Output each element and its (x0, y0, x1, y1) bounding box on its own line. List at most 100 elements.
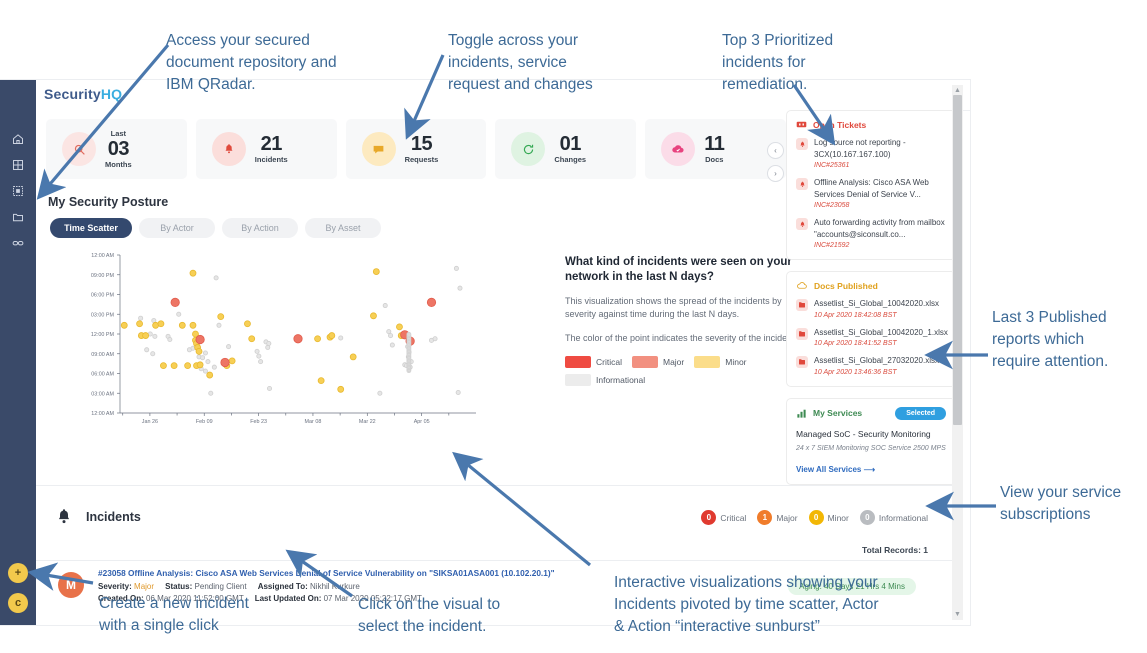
doc-item[interactable]: Assetlist_Si_Global_10042020_1.xlsx 10 Ap… (796, 327, 948, 347)
scatter-point[interactable] (178, 321, 186, 329)
scatter-point[interactable] (211, 364, 217, 370)
severity-critical[interactable]: 0 Critical (701, 510, 746, 525)
scatter-point[interactable] (396, 323, 403, 331)
add-incident-button[interactable]: + (8, 563, 28, 583)
scatter-point[interactable] (189, 269, 197, 277)
scatter-point[interactable] (152, 333, 158, 339)
scatter-point[interactable] (208, 390, 214, 396)
home-icon[interactable] (0, 126, 36, 152)
scatter-point[interactable] (254, 348, 260, 354)
scatter-point[interactable] (349, 353, 357, 361)
open-ticket-item[interactable]: Offline Analysis: Cisco ASA Web Services… (796, 177, 946, 209)
open-ticket-item[interactable]: Auto forwarding activity from mailbox "a… (796, 217, 946, 249)
scatter-point[interactable] (217, 313, 225, 321)
scatter-point[interactable] (337, 385, 345, 393)
scatter-point[interactable] (195, 334, 205, 345)
tab-by-action[interactable]: By Action (222, 218, 298, 238)
open-ticket-item[interactable]: Log source not reporting - 3CX(10.167.16… (796, 137, 946, 169)
time-scatter-chart[interactable]: 12:00 AM 09:00 PM 06:00 PM 03:00 PM 12:00 PM… (58, 250, 518, 435)
doc-item[interactable]: Assetlist_Si_Global_27032020.xlsx 10 Apr … (796, 355, 946, 376)
scatter-point[interactable] (228, 357, 236, 365)
scatter-point[interactable] (189, 321, 197, 329)
scatter-point[interactable] (372, 268, 380, 275)
scrollbar-thumb[interactable] (953, 95, 962, 425)
stat-card-requests[interactable]: 15 Requests (345, 119, 487, 179)
scatter-point[interactable] (432, 336, 438, 342)
scatter-point[interactable] (170, 362, 178, 369)
scatter-point[interactable] (144, 347, 150, 353)
folder-icon[interactable] (0, 204, 36, 230)
scatter-point[interactable] (170, 297, 180, 308)
chat-button[interactable]: c (8, 593, 28, 613)
scatter-point[interactable] (426, 297, 437, 308)
scatter-point[interactable] (226, 344, 232, 350)
tab-by-actor[interactable]: By Actor (139, 218, 215, 238)
scatter-point[interactable] (220, 357, 230, 368)
stat-card-incidents[interactable]: 21 Incidents (195, 119, 337, 179)
scatter-point[interactable] (206, 371, 214, 379)
grid-icon[interactable] (0, 152, 36, 178)
scatter-point[interactable] (184, 362, 192, 369)
scatter-point[interactable] (453, 265, 459, 271)
service-description: 24 x 7 SIEM Monitoring SOC Service 2500 … (796, 444, 946, 452)
scatter-point[interactable] (160, 362, 167, 369)
scatter-point[interactable] (150, 351, 156, 357)
scatter-point[interactable] (157, 320, 165, 328)
scatter-point[interactable] (195, 347, 203, 355)
stat-card-docs[interactable]: 11 Docs (645, 119, 786, 179)
scatter-point[interactable] (266, 340, 272, 346)
scatter-point[interactable] (370, 312, 377, 320)
scatter-point[interactable] (138, 315, 144, 321)
stat-card-changes[interactable]: 01 Changes (495, 119, 637, 179)
scatter-point[interactable] (377, 390, 383, 396)
scatter-point[interactable] (202, 368, 208, 374)
severity-minor[interactable]: 0 Minor (808, 510, 849, 525)
scatter-point[interactable] (205, 359, 211, 365)
view-all-services-link[interactable]: View All Services ⟶ (796, 465, 946, 474)
link-icon[interactable] (0, 230, 36, 256)
scatter-point[interactable] (338, 335, 344, 341)
scatter-point[interactable] (142, 332, 150, 339)
scatter-point[interactable] (267, 386, 273, 392)
scatter-point[interactable] (314, 335, 321, 343)
severity-major[interactable]: 1 Major (757, 510, 798, 525)
scatter-point[interactable] (382, 303, 388, 309)
scatter-point[interactable] (457, 285, 463, 291)
stat-label: Changes (554, 155, 587, 165)
summary-cards: Last 03 Months 21 Incidents 15 Requests … (46, 119, 786, 179)
scatter-point[interactable] (176, 311, 182, 317)
selected-badge[interactable]: Selected (895, 406, 946, 420)
scatter-point[interactable] (388, 333, 394, 339)
carousel-next-button[interactable]: › (767, 165, 784, 182)
scatter-point[interactable] (455, 389, 461, 395)
scatter-point[interactable] (389, 342, 395, 348)
scatter-point[interactable] (293, 334, 303, 344)
scatter-point[interactable] (244, 320, 251, 328)
scatter-point[interactable] (248, 335, 256, 343)
scatter-point[interactable] (328, 332, 336, 339)
stat-card-months[interactable]: Last 03 Months (46, 119, 187, 179)
severity-informational[interactable]: 0 Informational (859, 510, 928, 525)
tab-time-scatter[interactable]: Time Scatter (50, 218, 132, 238)
scatter-point[interactable] (200, 355, 206, 361)
scatter-point[interactable] (317, 377, 325, 385)
scatter-point[interactable] (406, 331, 412, 337)
scatter-point[interactable] (167, 337, 173, 343)
scatter-point[interactable] (213, 275, 219, 281)
doc-item[interactable]: Assetlist_Si_Global_10042020.xlsx 10 Apr … (796, 298, 946, 319)
scatter-point[interactable] (258, 359, 264, 365)
scatter-point[interactable] (136, 320, 143, 328)
scatter-point[interactable] (256, 353, 262, 359)
incident-title-link[interactable]: #23058 Offline Analysis: Cisco ASA Web S… (98, 568, 555, 578)
scatter-point[interactable] (202, 350, 208, 356)
refresh-icon (511, 132, 546, 166)
scatter-point[interactable] (120, 321, 128, 329)
scatter-point[interactable] (216, 322, 222, 328)
brand-logo[interactable]: SecurityHQ (44, 86, 122, 102)
scatter-point[interactable] (265, 344, 271, 350)
carousel-prev-button[interactable]: ‹ (767, 142, 784, 159)
scatter-point[interactable] (196, 361, 204, 369)
dashboard-icon[interactable] (0, 178, 36, 204)
tab-by-asset[interactable]: By Asset (305, 218, 381, 238)
severity-summary: 0 Critical 1 Major 0 Minor 0 Informational (701, 510, 928, 525)
